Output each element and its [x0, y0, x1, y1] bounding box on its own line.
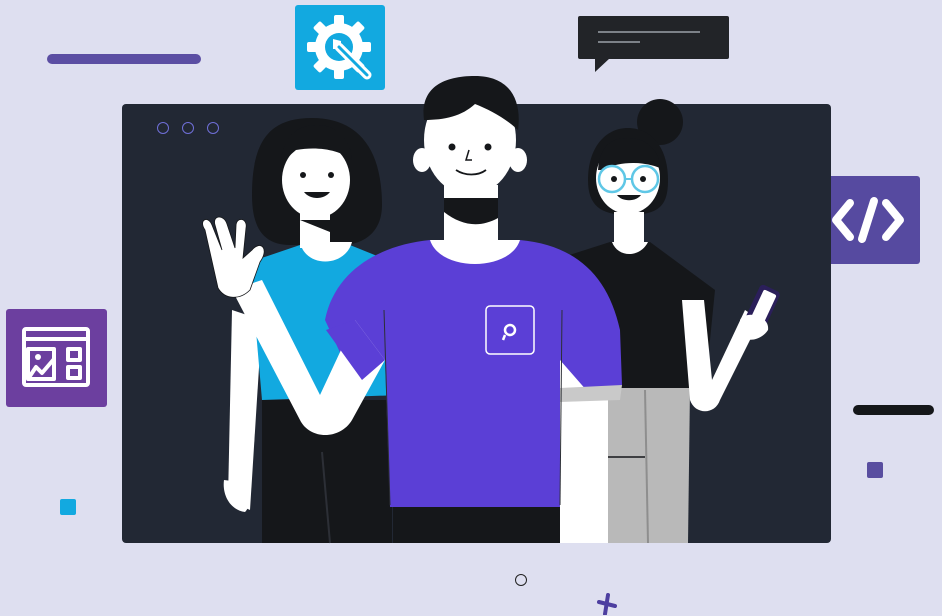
- people-illustration: [202, 76, 780, 544]
